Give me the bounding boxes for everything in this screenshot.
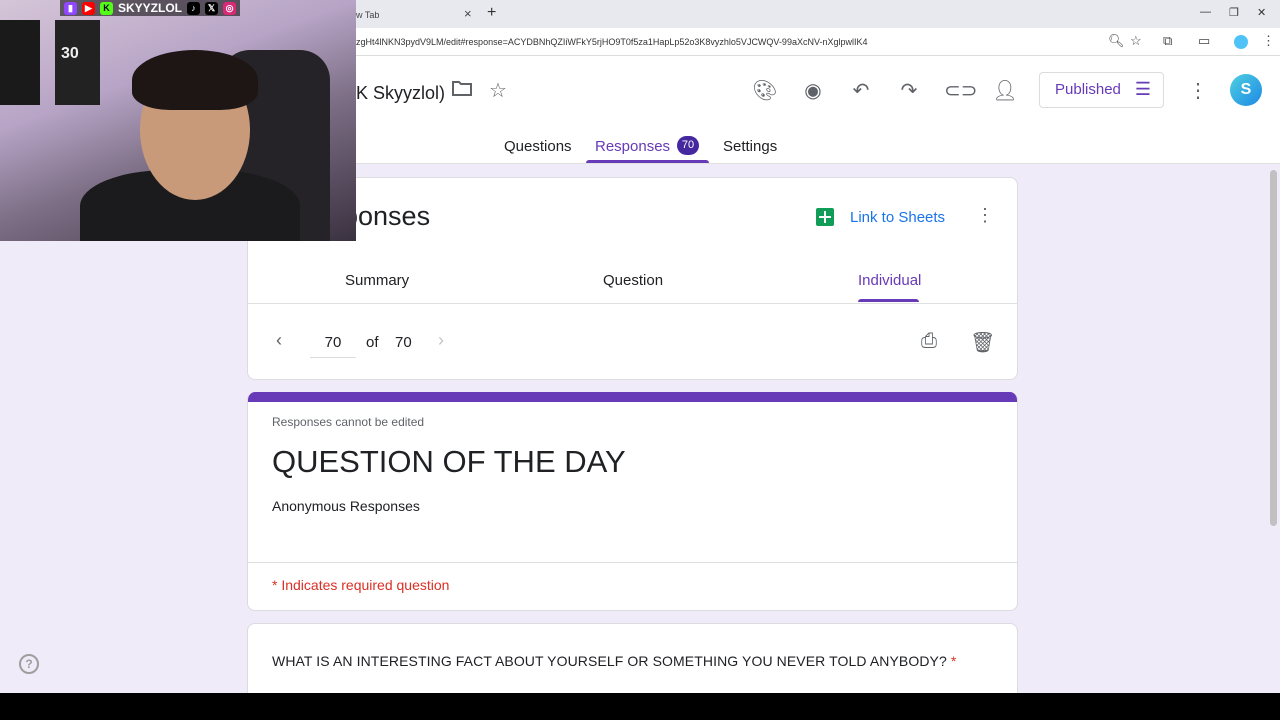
tab-individual[interactable]: Individual — [858, 272, 921, 289]
media-icon[interactable]: ▭ — [1198, 33, 1210, 49]
streamer-handle: SKYYZLOL — [118, 1, 183, 15]
tune-icon: ☰ — [1134, 79, 1151, 99]
response-number-input[interactable]: 70 — [310, 334, 356, 358]
delete-icon[interactable]: 🗑︎ — [970, 330, 995, 355]
browser-menu-icon[interactable]: ⋮ — [1262, 33, 1275, 49]
youtube-icon: ▶ — [82, 1, 95, 15]
bottom-black-bar — [0, 693, 1280, 720]
jersey-number: 30 — [61, 45, 79, 62]
new-tab-icon[interactable]: + — [487, 4, 496, 22]
undo-icon[interactable]: ↶ — [848, 78, 874, 104]
total-responses: 70 — [395, 334, 412, 351]
next-response-icon[interactable]: › — [438, 330, 444, 351]
active-tab-indicator — [586, 160, 709, 163]
tab-settings[interactable]: Settings — [723, 138, 777, 155]
jersey — [0, 20, 40, 105]
question-text: WHAT IS AN INTERESTING FACT ABOUT YOURSE… — [272, 653, 956, 669]
main-content: ponses Link to Sheets ⋮ Summary Question… — [0, 164, 1280, 693]
divider — [248, 303, 1017, 304]
bookmark-star-icon[interactable]: ☆ — [1130, 33, 1142, 49]
star-icon[interactable]: ☆ — [485, 78, 511, 104]
avatar[interactable]: S — [1230, 74, 1262, 106]
restore-icon[interactable]: ❐ — [1229, 6, 1239, 19]
published-button[interactable]: Published ☰ — [1039, 72, 1164, 108]
form-accent-bar — [248, 392, 1017, 402]
redo-icon[interactable]: ↷ — [896, 78, 922, 104]
browser-profile-avatar[interactable] — [1234, 35, 1248, 49]
instagram-icon: ◎ — [223, 1, 237, 15]
extensions-icon[interactable]: ⧉ — [1163, 33, 1172, 49]
link-to-sheets-button[interactable]: Link to Sheets — [850, 209, 945, 226]
required-note: * Indicates required question — [272, 577, 450, 593]
social-handles-bar: ▮ ▶ K SKYYZLOL ♪ 𝕏 ◎ — [60, 0, 241, 16]
tab-responses[interactable]: Responses — [595, 138, 670, 155]
link-icon[interactable]: ⊂⊃ — [944, 78, 978, 104]
document-title[interactable]: K Skyyzlol) — [356, 83, 445, 104]
previous-response-icon[interactable]: ‹ — [276, 330, 282, 351]
of-label: of — [366, 334, 379, 351]
browser-tab[interactable]: w Tab — [356, 4, 476, 28]
published-label: Published — [1055, 81, 1121, 98]
streamer-hair — [132, 50, 258, 110]
print-icon[interactable]: ⎙ — [921, 330, 937, 353]
url-text[interactable]: zgHt4lNKN3pydV9LM/edit#response=ACYDBNhQ… — [356, 37, 867, 47]
question-label: WHAT IS AN INTERESTING FACT ABOUT YOURSE… — [272, 653, 947, 669]
window-close-icon[interactable]: ✕ — [1257, 6, 1266, 19]
responses-heading: ponses — [343, 201, 431, 231]
kick-icon: K — [100, 1, 113, 15]
scroll-thumb[interactable] — [1270, 170, 1277, 526]
minimize-icon[interactable]: — — [1200, 6, 1211, 18]
preview-eye-icon[interactable]: ◉ — [800, 78, 826, 104]
tab-question[interactable]: Question — [603, 272, 663, 289]
zoom-icon[interactable]: 🔍︎ — [1108, 33, 1125, 49]
webcam-overlay: 30 ▮ ▶ K SKYYZLOL ♪ 𝕏 ◎ — [0, 0, 356, 241]
form-description: Anonymous Responses — [272, 498, 420, 514]
x-icon: 𝕏 — [205, 1, 219, 15]
sheets-icon[interactable] — [816, 208, 834, 226]
responses-count-badge: 70 — [677, 136, 699, 155]
twitch-icon: ▮ — [64, 1, 77, 15]
tiktok-icon: ♪ — [187, 1, 201, 15]
tab-summary[interactable]: Summary — [345, 272, 409, 289]
required-asterisk: * — [950, 653, 957, 669]
individual-tab-indicator — [858, 299, 919, 302]
close-tab-icon[interactable]: × — [464, 6, 472, 21]
responses-card: ponses Link to Sheets ⋮ Summary Question… — [247, 177, 1018, 380]
form-header-card: Responses cannot be edited QUESTION OF T… — [247, 392, 1018, 611]
jersey: 30 — [55, 20, 100, 105]
tab-questions[interactable]: Questions — [504, 138, 572, 155]
divider — [248, 562, 1017, 563]
form-title: QUESTION OF THE DAY — [272, 444, 626, 479]
more-options-icon[interactable]: ⋮ — [1188, 78, 1208, 103]
folder-icon[interactable] — [449, 78, 475, 104]
responses-more-icon[interactable]: ⋮ — [976, 205, 994, 226]
add-collaborator-icon[interactable]: 👤︎ — [992, 78, 1018, 104]
question-card: WHAT IS AN INTERESTING FACT ABOUT YOURSE… — [247, 623, 1018, 693]
cannot-edit-notice: Responses cannot be edited — [272, 415, 425, 429]
help-icon[interactable]: ? — [19, 654, 39, 674]
scrollbar[interactable] — [1268, 164, 1280, 693]
palette-icon[interactable]: 🎨︎ — [752, 78, 778, 104]
